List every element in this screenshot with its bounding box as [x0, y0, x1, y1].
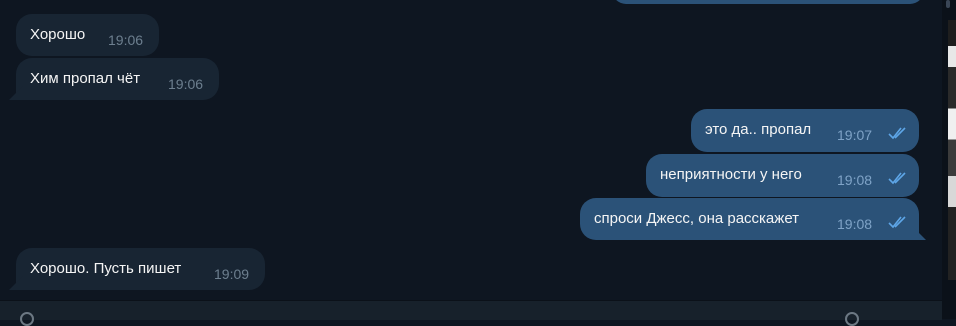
message-text: Хим пропал чёт [30, 70, 141, 87]
double-check-icon [888, 172, 906, 185]
message-text: это да.. пропал [705, 121, 812, 138]
message-time: 19:06 [108, 32, 144, 48]
scrollbar-thumb[interactable] [946, 0, 950, 8]
message-time: 19:09 [214, 266, 250, 282]
message-time: 19:07 [837, 127, 873, 143]
message-text: спроси Джесс, она расскажет [594, 210, 800, 227]
chat-area[interactable]: Хорошо 19:06 Хим пропал чёт 19:06 это да… [0, 0, 942, 300]
message-outgoing[interactable]: спроси Джесс, она расскажет 19:08 [580, 198, 919, 240]
message-text: Хорошо [30, 26, 86, 43]
message-outgoing[interactable]: неприятности у него 19:08 [646, 154, 919, 197]
message-outgoing-cut[interactable] [612, 0, 924, 4]
message-incoming[interactable]: Хим пропал чёт 19:06 [16, 58, 219, 100]
message-text: Хорошо. Пусть пишет [30, 260, 182, 277]
message-text: неприятности у него [660, 166, 802, 183]
double-check-icon [888, 127, 906, 140]
message-time: 19:06 [168, 76, 204, 92]
attach-icon[interactable] [20, 312, 34, 326]
side-panel-edge [948, 20, 956, 280]
emoji-icon[interactable] [845, 312, 859, 326]
message-outgoing[interactable]: это да.. пропал 19:07 [691, 109, 919, 152]
double-check-icon [888, 216, 906, 229]
message-incoming[interactable]: Хорошо. Пусть пишет 19:09 [16, 248, 265, 290]
message-composer[interactable] [0, 300, 942, 320]
message-time: 19:08 [837, 216, 873, 232]
message-incoming[interactable]: Хорошо 19:06 [16, 14, 159, 56]
message-time: 19:08 [837, 172, 873, 188]
